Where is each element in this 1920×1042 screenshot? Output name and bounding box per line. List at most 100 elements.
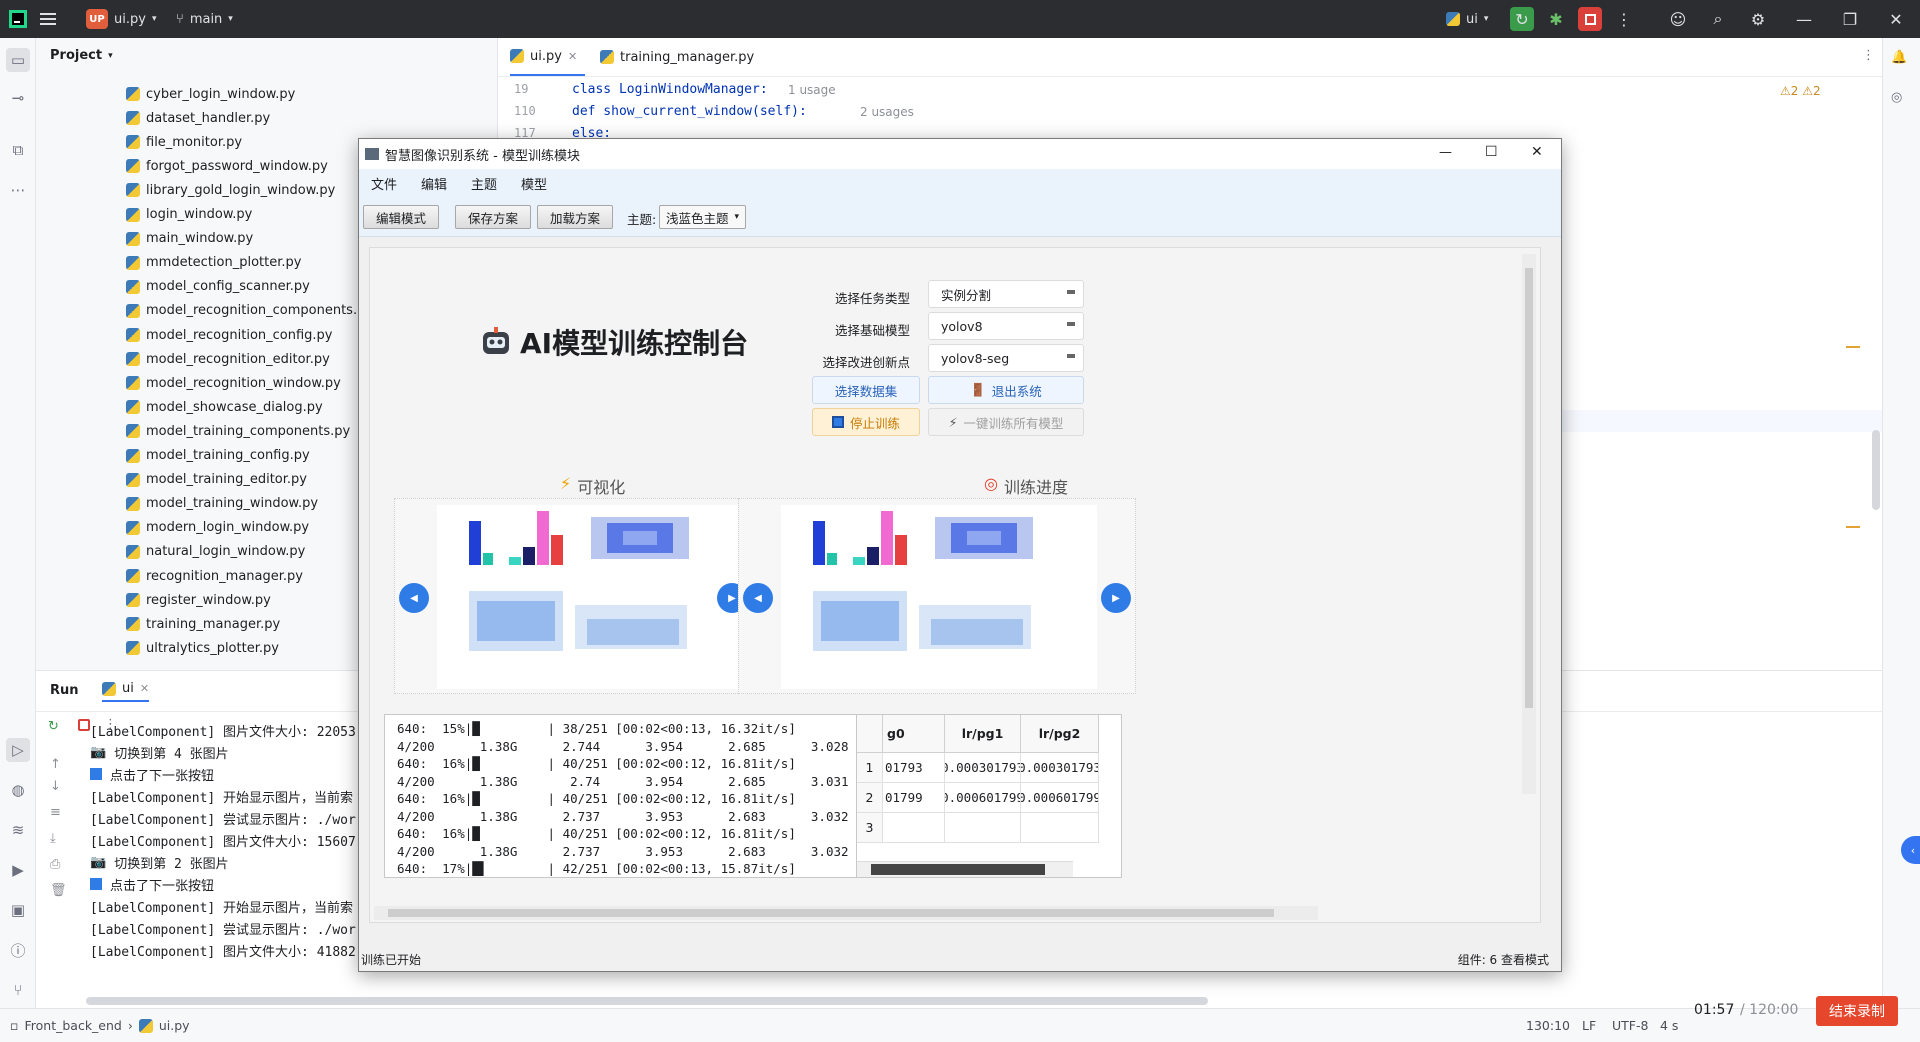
menu-theme[interactable]: 主题 — [459, 174, 509, 193]
more-tools-icon[interactable]: ⋯ — [6, 178, 30, 202]
close-tab-icon[interactable]: ✕ — [568, 50, 577, 63]
layers-icon[interactable]: ≋ — [6, 818, 30, 842]
visualization-image[interactable] — [437, 505, 753, 689]
usage-hint[interactable]: 1 usage — [788, 83, 836, 97]
minimize-icon[interactable]: — — [1439, 145, 1452, 160]
menu-model[interactable]: 模型 — [509, 174, 559, 193]
theme-select[interactable]: 浅蓝色主题 ▾ — [659, 205, 747, 229]
indent-setting[interactable]: 4 s — [1660, 1018, 1678, 1033]
soft-wrap-icon[interactable]: ≡ — [50, 805, 61, 820]
file-item[interactable]: library_gold_login_window.py — [126, 178, 335, 202]
trash-icon[interactable]: 🗑 — [50, 883, 67, 898]
file-item[interactable]: login_window.py — [126, 203, 252, 227]
debug-icon[interactable]: ✱ — [1544, 7, 1568, 31]
prev-image-button[interactable]: ◀ — [743, 583, 773, 613]
file-item[interactable]: model_recognition_editor.py — [126, 347, 330, 371]
file-item[interactable]: dataset_handler.py — [126, 106, 270, 130]
table-cell[interactable]: 01799 — [883, 783, 945, 813]
search-icon[interactable]: ⌕ — [1706, 7, 1730, 31]
editor-scrollbar[interactable] — [1872, 430, 1880, 510]
table-cell[interactable]: 0.000601799 — [945, 783, 1021, 813]
file-item[interactable]: model_recognition_components.py — [126, 299, 373, 323]
file-item[interactable]: forgot_password_window.py — [126, 154, 328, 178]
project-panel-header[interactable]: Project ▾ — [50, 48, 113, 63]
file-item[interactable]: cyber_login_window.py — [126, 82, 295, 106]
main-menu-icon[interactable] — [40, 0, 56, 38]
run-config-selector[interactable]: ui ▾ — [1446, 0, 1488, 38]
file-item[interactable]: file_monitor.py — [126, 130, 242, 154]
stop-icon[interactable] — [78, 719, 90, 731]
table-scrollbar-thumb[interactable] — [871, 864, 1045, 875]
close-tab-icon[interactable]: ✕ — [140, 682, 149, 695]
run-tab[interactable]: ui ✕ — [102, 681, 150, 702]
progress-image[interactable] — [781, 505, 1097, 689]
stop-recording-button[interactable]: 结束录制 — [1816, 996, 1898, 1026]
structure-icon[interactable]: ⧉ — [6, 138, 30, 162]
file-encoding[interactable]: UTF-8 — [1612, 1018, 1648, 1033]
problems-icon[interactable]: ⓘ — [6, 938, 30, 962]
menu-file[interactable]: 文件 — [359, 174, 409, 193]
table-cell[interactable] — [1021, 813, 1099, 843]
table-cell[interactable]: 0.000301793 — [1021, 753, 1099, 783]
file-item[interactable]: model_showcase_dialog.py — [126, 395, 323, 419]
ai-assistant-icon[interactable]: ◎ — [1891, 90, 1902, 105]
restore-icon[interactable]: ❐ — [1838, 7, 1862, 31]
file-item[interactable]: model_training_window.py — [126, 492, 318, 516]
file-item[interactable]: ultralytics_plotter.py — [126, 636, 279, 660]
notifications-icon[interactable]: 🔔 — [1891, 50, 1907, 65]
scroll-up-icon[interactable]: ↑ — [50, 757, 61, 772]
menu-edit[interactable]: 编辑 — [409, 174, 459, 193]
content-h-scrollbar-thumb[interactable] — [388, 909, 1274, 917]
table-cell[interactable] — [883, 813, 945, 843]
next-image-button[interactable]: ▶ — [1101, 583, 1131, 613]
row-index[interactable]: 2 — [857, 783, 883, 813]
commit-icon[interactable]: ⊸ — [6, 86, 30, 110]
stop-training-button[interactable]: 停止训练 — [812, 408, 920, 436]
file-item[interactable]: main_window.py — [126, 227, 253, 251]
file-item[interactable]: recognition_manager.py — [126, 564, 303, 588]
prev-image-button[interactable]: ◀ — [399, 583, 429, 613]
tab-ui-py[interactable]: ui.py ✕ — [510, 38, 586, 76]
content-h-scrollbar[interactable] — [374, 906, 1318, 920]
close-icon[interactable]: ✕ — [1531, 144, 1543, 160]
table-cell[interactable] — [945, 813, 1021, 843]
row-index[interactable]: 3 — [857, 813, 883, 843]
breadcrumb-file[interactable]: ui.py — [159, 1018, 190, 1033]
content-v-scrollbar[interactable] — [1522, 254, 1536, 794]
python-console-icon[interactable]: ◍ — [6, 778, 30, 802]
base-model-select[interactable]: yolov8 — [928, 312, 1084, 340]
file-item[interactable]: model_recognition_config.py — [126, 323, 333, 347]
load-plan-button[interactable]: 加载方案 — [537, 205, 614, 229]
file-item[interactable]: mmdetection_plotter.py — [126, 251, 301, 275]
print-icon[interactable]: ⎙ — [50, 857, 60, 872]
file-item[interactable]: training_manager.py — [126, 612, 280, 636]
line-separator[interactable]: LF — [1582, 1018, 1596, 1033]
cursor-position[interactable]: 130:10 — [1526, 1018, 1570, 1033]
content-v-scrollbar-thumb[interactable] — [1525, 268, 1533, 708]
code-line[interactable]: def show_current_window(self): — [572, 104, 807, 119]
more-actions-icon[interactable]: ⋮ — [1612, 7, 1636, 31]
table-scrollbar[interactable] — [857, 861, 1073, 877]
table-header[interactable]: lr/pg2 — [1021, 715, 1099, 753]
stop-icon[interactable] — [1578, 7, 1602, 31]
minimize-icon[interactable]: — — [1792, 7, 1816, 31]
task-type-select[interactable]: 实例分割 — [928, 280, 1084, 308]
close-icon[interactable]: ✕ — [1884, 7, 1908, 31]
rerun-icon[interactable]: ↻ — [1510, 7, 1534, 31]
add-user-icon[interactable]: ☺ — [1666, 7, 1690, 31]
tab-training-manager[interactable]: training_manager.py — [600, 38, 754, 76]
usage-hint[interactable]: 2 usages — [860, 105, 914, 119]
table-cell[interactable]: 0.000601799 — [1021, 783, 1099, 813]
file-item[interactable]: model_training_editor.py — [126, 468, 307, 492]
branch-switcher[interactable]: ⑂ main ▾ — [176, 0, 233, 38]
file-item[interactable]: model_training_components.py — [126, 419, 350, 443]
inspection-warnings[interactable]: ⚠2 ⚠2 — [1780, 84, 1821, 98]
file-item[interactable]: model_recognition_window.py — [126, 371, 341, 395]
gear-icon[interactable]: ⚙ — [1746, 7, 1770, 31]
breadcrumb-root[interactable]: Front_back_end — [24, 1018, 121, 1033]
table-header[interactable]: g0 — [883, 715, 945, 753]
collapse-panel-icon[interactable]: ‹ — [1901, 836, 1920, 864]
scroll-down-icon[interactable]: ↓ — [50, 779, 61, 794]
file-item[interactable]: model_config_scanner.py — [126, 275, 310, 299]
folder-icon[interactable]: ▭ — [6, 48, 30, 72]
